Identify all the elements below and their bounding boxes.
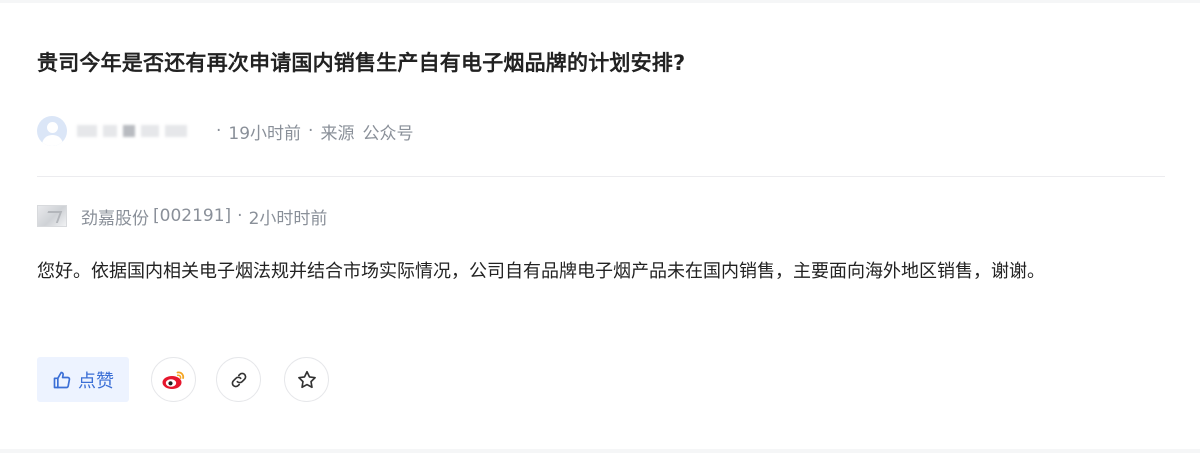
- qa-card: 贵司今年是否还有再次申请国内销售生产自有电子烟品牌的计划安排? · 19小时前 …: [0, 3, 1200, 449]
- question-source: 公众号: [362, 123, 414, 144]
- copy-link-button[interactable]: [216, 357, 261, 402]
- question-time: 19小时前: [228, 123, 302, 144]
- action-bar: 点赞: [37, 357, 329, 402]
- favorite-button[interactable]: [284, 357, 329, 402]
- asker-name-redacted: [77, 123, 205, 139]
- meta-separator: ·: [308, 121, 314, 141]
- meta-separator: ·: [216, 121, 222, 141]
- star-icon: [297, 370, 316, 388]
- like-label: 点赞: [78, 370, 114, 392]
- share-weibo-button[interactable]: [151, 357, 196, 402]
- weibo-icon: [162, 371, 184, 389]
- source-label: 来源: [320, 123, 355, 144]
- company-name[interactable]: 劲嘉股份: [81, 204, 149, 229]
- answer-text: 您好。依据国内相关电子烟法规并结合市场实际情况，公司自有品牌电子烟产品未在国内销…: [37, 261, 1045, 282]
- question-title[interactable]: 贵司今年是否还有再次申请国内销售生产自有电子烟品牌的计划安排?: [37, 47, 685, 77]
- thumbs-up-icon: [53, 371, 71, 388]
- answer-meta: 劲嘉股份 [002191] · 2小时时前: [37, 203, 327, 229]
- like-button[interactable]: 点赞: [37, 357, 129, 402]
- link-icon: [231, 372, 246, 387]
- question-meta: · 19小时前 · 来源 公众号: [37, 116, 413, 146]
- stock-code[interactable]: [002191]: [153, 206, 231, 226]
- answer-time: 2小时时前: [248, 208, 328, 229]
- company-logo-icon: [37, 205, 67, 227]
- meta-separator: ·: [237, 206, 243, 226]
- divider: [37, 176, 1165, 177]
- user-avatar-icon[interactable]: [37, 116, 67, 146]
